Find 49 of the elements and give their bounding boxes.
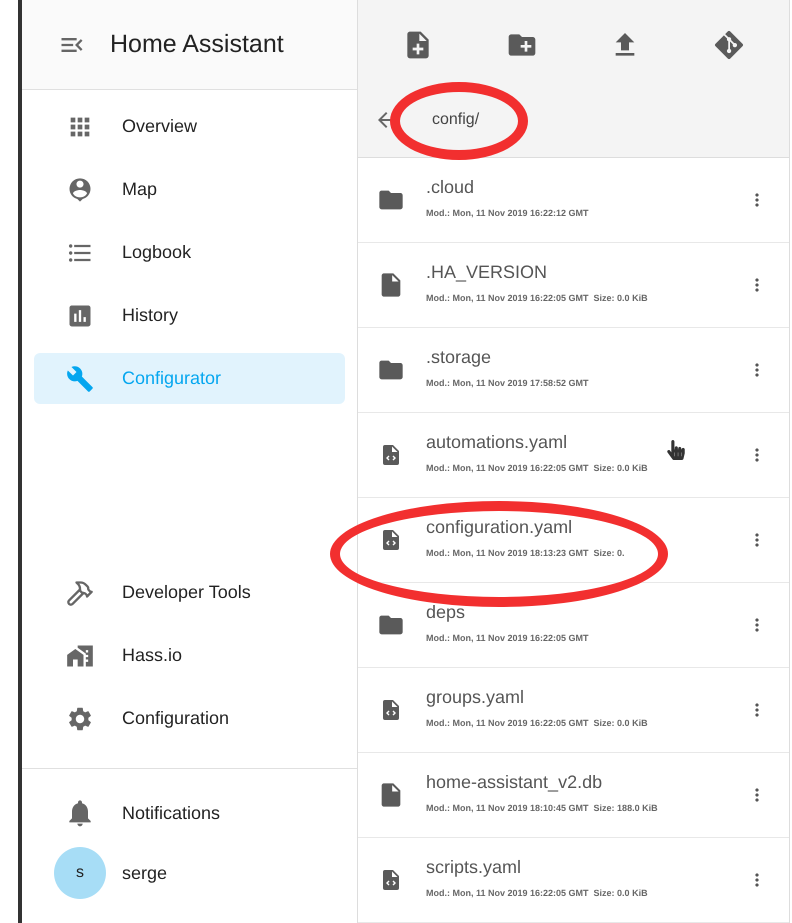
modified-date: Mod.: Mon, 11 Nov 2019 18:13:23 GMT (426, 547, 589, 560)
current-path: config/ (432, 110, 480, 130)
hammer-icon (66, 578, 94, 606)
modified-date: Mod.: Mon, 11 Nov 2019 16:22:05 GMT (426, 292, 589, 305)
modified-date: Mod.: Mon, 11 Nov 2019 16:22:05 GMT (426, 632, 589, 645)
modified-date: Mod.: Mon, 11 Nov 2019 18:10:45 GMT (426, 802, 589, 815)
user-avatar: s (54, 847, 106, 899)
file-size: Size: 0. (594, 547, 625, 560)
app-title: Home Assistant (110, 28, 284, 60)
git-icon[interactable] (713, 29, 746, 61)
file-size: Size: 0.0 KiB (594, 462, 648, 475)
file-size: Size: 0.0 KiB (594, 887, 648, 900)
modified-date: Mod.: Mon, 11 Nov 2019 16:22:05 GMT (426, 462, 589, 475)
file-name: scripts.yaml (426, 856, 522, 878)
file-name: groups.yaml (426, 686, 526, 708)
modified-date: Mod.: Mon, 11 Nov 2019 16:22:05 GMT (426, 887, 589, 900)
file-name: automations.yaml (426, 430, 568, 453)
file-row[interactable]: scripts.yaml Mod.: Mon, 11 Nov 2019 16:22:05 GMT Size: 0.0 KiB (358, 838, 789, 923)
file-row[interactable]: deps Mod.: Mon, 11 Nov 2019 16:22:05 GMT (358, 583, 789, 668)
hand-cursor-icon (667, 440, 685, 460)
file-name: deps (426, 600, 466, 623)
nav-item[interactable]: History (34, 290, 345, 341)
notifications-item[interactable]: Notifications (34, 787, 345, 839)
nav-item[interactable]: Map (34, 164, 345, 215)
file-size: Size: 0.0 KiB (594, 292, 648, 305)
file-name: configuration.yaml (426, 516, 574, 538)
file-size: Size: 0.0 KiB (594, 717, 648, 730)
modified-date: Mod.: Mon, 11 Nov 2019 17:58:52 GMT (426, 377, 589, 390)
nav-item[interactable]: Overview (34, 101, 345, 152)
modified-date: Mod.: Mon, 11 Nov 2019 16:22:05 GMT (426, 717, 589, 730)
file-name: .cloud (426, 176, 476, 198)
nav-item[interactable]: Hass.io (34, 630, 345, 681)
file-row[interactable]: automations.yaml Mod.: Mon, 11 Nov 2019 16:22:05 GMT Size: 0.0 KiB (358, 413, 789, 498)
nav-item[interactable]: Logbook (34, 227, 345, 278)
file-row[interactable]: .HA_VERSION Mod.: Mon, 11 Nov 2019 16:22:05 GMT Size: 0.0 KiB (358, 243, 789, 328)
file-name: .storage (426, 346, 492, 368)
nav-item[interactable]: Developer Tools (34, 567, 345, 618)
file-row[interactable]: home-assistant_v2.db Mod.: Mon, 11 Nov 2019 18:10:45 GMT Size: 188.0 KiB (358, 753, 789, 838)
file-name: .HA_VERSION (426, 260, 548, 283)
wrench-icon (66, 364, 94, 392)
nav-item[interactable]: Configuration (34, 693, 345, 744)
file-size: Size: 188.0 KiB (594, 802, 658, 815)
file-row[interactable]: .cloud Mod.: Mon, 11 Nov 2019 16:22:12 GMT (358, 158, 789, 243)
file-row[interactable]: configuration.yaml Mod.: Mon, 11 Nov 2019 18:13:23 GMT Size: 0. (358, 498, 789, 583)
file-row[interactable]: groups.yaml Mod.: Mon, 11 Nov 2019 16:22:05 GMT Size: 0.0 KiB (358, 668, 789, 753)
file-row[interactable]: .storage Mod.: Mon, 11 Nov 2019 17:58:52 GMT (358, 328, 789, 413)
modified-date: Mod.: Mon, 11 Nov 2019 16:22:12 GMT (426, 207, 589, 220)
user-item[interactable]: s serge (34, 847, 345, 899)
file-name: home-assistant_v2.db (426, 770, 604, 793)
